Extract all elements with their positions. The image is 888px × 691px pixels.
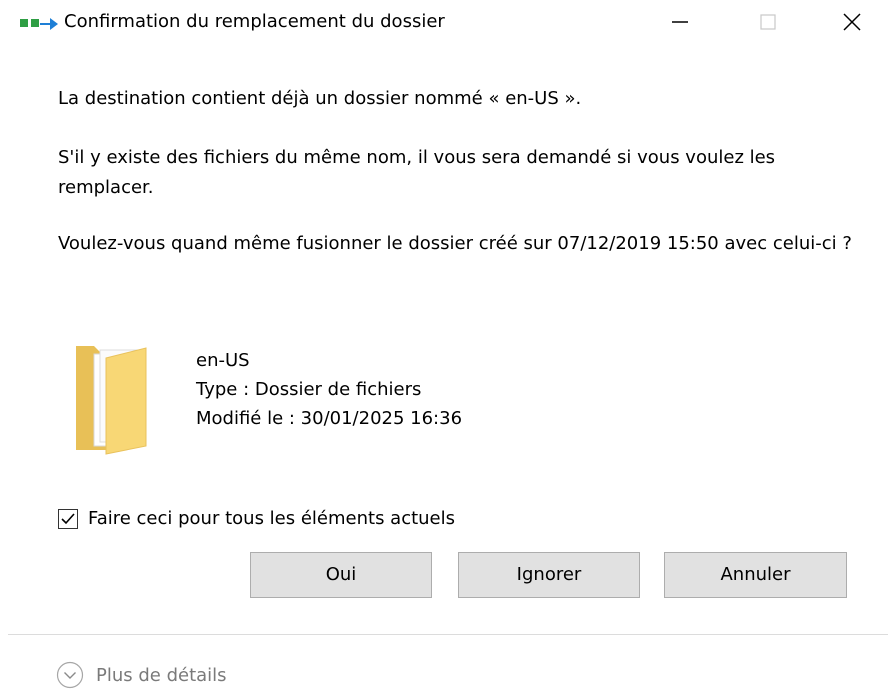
window-title: Confirmation du remplacement du dossier	[64, 11, 445, 32]
chevron-down-circle-icon	[56, 661, 84, 689]
checkmark-icon	[61, 513, 75, 525]
apply-to-all-checkbox-row[interactable]: Faire ceci pour tous les éléments actuel…	[58, 504, 455, 534]
replace-files-message: S'il y existe des fichiers du même nom, …	[58, 147, 776, 198]
folder-icon	[76, 346, 147, 455]
minimize-icon	[672, 21, 688, 23]
file-info: en-US Type : Dossier de fichiers Modifié…	[196, 346, 462, 433]
apply-to-all-label: Faire ceci pour tous les éléments actuel…	[88, 508, 456, 529]
more-details-toggle[interactable]: Plus de détails	[56, 660, 227, 690]
merge-question: Voulez-vous quand même fusionner le doss…	[58, 233, 852, 254]
file-type: Type : Dossier de fichiers	[196, 379, 422, 400]
file-modified: Modifié le : 30/01/2025 16:36	[196, 408, 463, 429]
apply-to-all-checkbox[interactable]	[58, 509, 78, 529]
replace-folder-dialog: Confirmation du remplacement du dossier …	[0, 0, 888, 691]
file-name: en-US	[196, 350, 250, 371]
skip-button[interactable]: Ignorer	[458, 552, 640, 598]
maximize-icon	[760, 14, 776, 30]
close-icon	[843, 13, 861, 31]
move-folder-icon	[20, 18, 58, 30]
yes-button[interactable]: Oui	[250, 552, 432, 598]
footer-divider	[8, 634, 888, 635]
more-details-label: Plus de détails	[96, 664, 227, 686]
destination-message: La destination contient déjà un dossier …	[58, 88, 582, 109]
minimize-button[interactable]	[650, 0, 710, 44]
close-button[interactable]	[822, 0, 882, 44]
maximize-button[interactable]	[738, 0, 798, 44]
title-bar[interactable]: Confirmation du remplacement du dossier	[0, 0, 888, 44]
cancel-button[interactable]: Annuler	[664, 552, 847, 598]
